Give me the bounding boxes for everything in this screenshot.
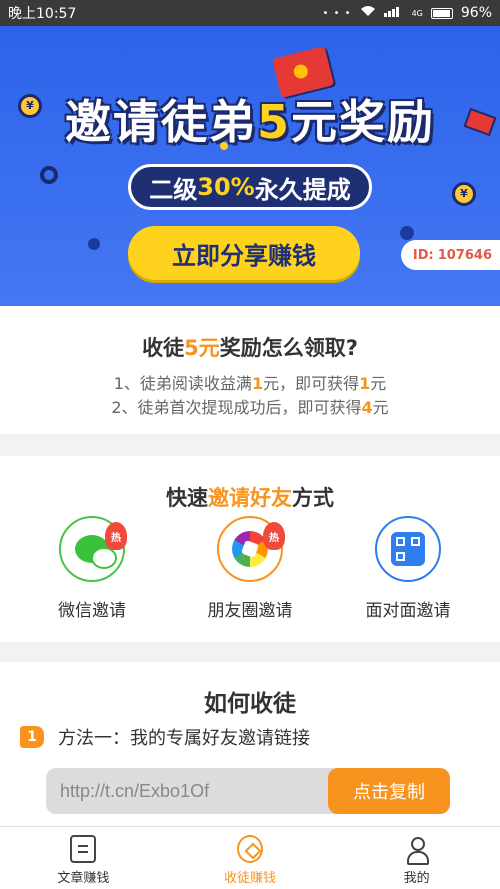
tab-mine-label: 我的 — [403, 871, 430, 886]
qrcode-icon — [391, 532, 425, 566]
reward-rule-2: 2、徒弟首次提现成功后，即可获得4元 — [111, 398, 389, 417]
moments-invite-button[interactable]: 热 朋友圈邀请 — [180, 516, 320, 621]
wechat-invite-button[interactable]: 热 微信邀请 — [22, 516, 162, 621]
method-number-tag: 1 — [20, 726, 44, 748]
quick-invite-card: 快速邀请好友方式 热 微信邀请 热 朋友圈邀请 面对面邀请 — [0, 456, 500, 642]
invite-link-box: 点击复制 — [46, 768, 450, 814]
how-to-invite-card: 如何收徒 1 方法一：我的专属好友邀请链接 点击复制 — [0, 662, 500, 826]
article-icon — [70, 835, 97, 863]
coin-icon: ¥ — [452, 182, 476, 206]
hot-badge: 热 — [105, 522, 127, 550]
battery-icon — [430, 7, 453, 19]
decor-bubble — [88, 238, 100, 250]
invite-banner: ¥ ¥ 邀请徒弟5元奖励 二级 30% 永久提成 立即分享赚钱 ID: 107646 — [0, 26, 500, 306]
status-time: 晚上10:57 — [8, 6, 77, 22]
tab-article-earn[interactable]: 文章赚钱 — [0, 827, 167, 889]
copy-link-button[interactable]: 点击复制 — [328, 768, 450, 814]
invite-link-field[interactable] — [46, 768, 328, 814]
tab-article-earn-label: 文章赚钱 — [57, 871, 110, 886]
decor-bubble — [40, 166, 58, 184]
status-bar: 晚上10:57 • • • 4G 96% — [0, 0, 500, 26]
face-to-face-invite-label: 面对面邀请 — [365, 601, 451, 621]
wechat-icon — [75, 535, 117, 569]
notification-dots-icon: • • • — [322, 7, 352, 19]
face-to-face-invite-button[interactable]: 面对面邀请 — [338, 516, 478, 621]
banner-subtitle: 二级 30% 永久提成 — [128, 164, 372, 210]
how-to-title: 如何收徒 — [204, 691, 296, 717]
network-type-label: 4G — [411, 8, 423, 18]
reward-rule-1: 1、徒弟阅读收益满1元，即可获得1元 — [113, 374, 387, 393]
moments-invite-label: 朋友圈邀请 — [207, 601, 293, 621]
battery-percent: 96% — [460, 5, 492, 21]
method-one-label: 方法一：我的专属好友邀请链接 — [58, 728, 310, 749]
reward-rules-card: 收徒5元奖励怎么领取? 1、徒弟阅读收益满1元，即可获得1元 2、徒弟首次提现成… — [0, 306, 500, 434]
reward-title: 收徒5元奖励怎么领取? — [142, 336, 358, 360]
banner-title: 邀请徒弟5元奖励 — [64, 95, 435, 149]
user-id-value: 107646 — [437, 247, 492, 263]
signal-icon — [383, 5, 404, 21]
tab-mine[interactable]: 我的 — [333, 827, 500, 889]
hot-badge: 热 — [263, 522, 285, 550]
user-icon — [404, 835, 430, 865]
wifi-icon — [360, 5, 376, 21]
tab-invite-earn-label: 收徒赚钱 — [224, 871, 277, 886]
method-one: 1 方法一：我的专属好友邀请链接 — [20, 724, 310, 750]
invite-icon — [237, 835, 263, 863]
quick-invite-title: 快速邀请好友方式 — [166, 486, 334, 510]
user-id-badge: ID: 107646 — [400, 240, 500, 270]
share-earn-button[interactable]: 立即分享赚钱 — [128, 226, 360, 280]
decor-bubble — [400, 226, 414, 240]
tab-invite-earn[interactable]: 收徒赚钱 — [167, 827, 334, 889]
wechat-invite-label: 微信邀请 — [58, 601, 126, 621]
bottom-tab-bar: 文章赚钱 收徒赚钱 我的 — [0, 826, 500, 889]
